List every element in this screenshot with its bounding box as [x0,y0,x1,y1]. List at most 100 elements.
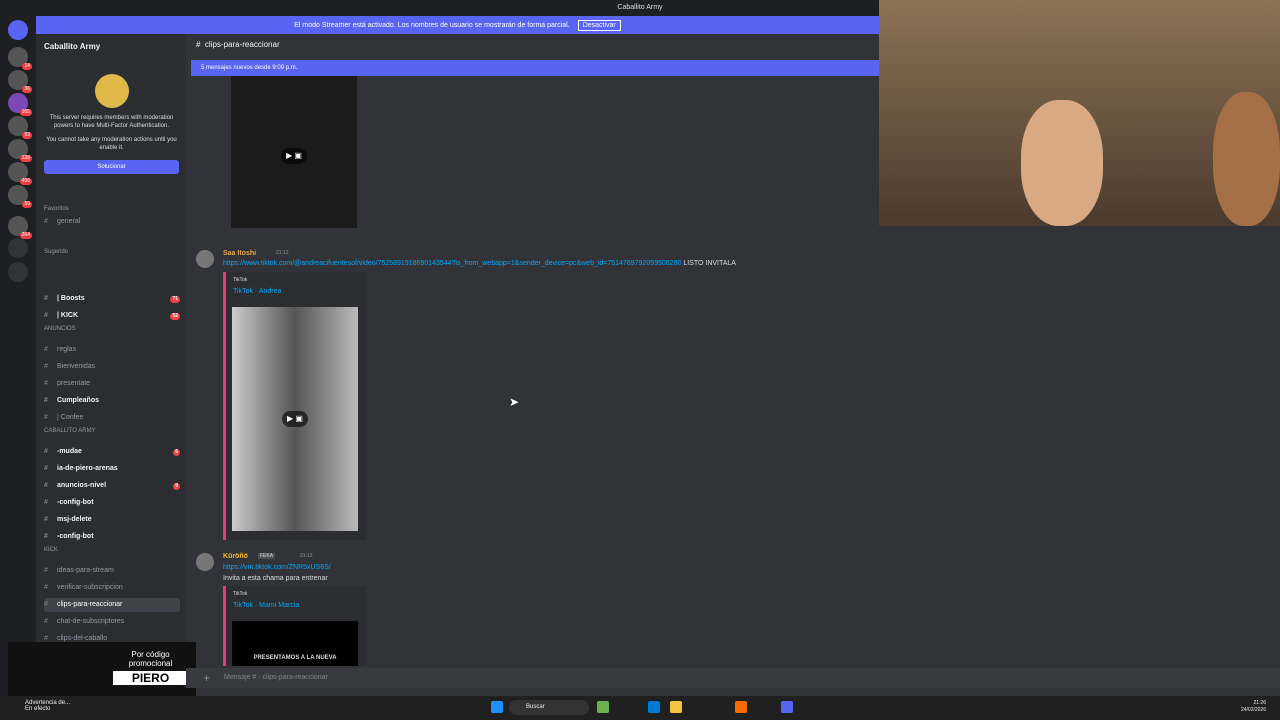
windows-icon[interactable] [491,701,503,713]
hash-icon: # [44,567,48,574]
hash-icon: # [44,618,48,625]
unread-count: 71 [170,295,180,303]
server-icon[interactable]: 59 [8,185,32,208]
message-author[interactable]: Küröñö [223,553,248,560]
sidebar-channel[interactable]: # -mudae 6 [44,445,180,459]
streamer-mode-banner: El modo Streamer está activado. Los nomb… [36,16,879,34]
webcam-overlay [879,0,1280,226]
sidebar-channel[interactable]: # -config-bot [44,530,180,544]
sidebar-channel[interactable]: # | KICK 52 [44,309,180,323]
hash-icon: # [44,346,48,353]
search-input[interactable]: Buscar [509,700,589,715]
app-icon[interactable] [597,701,609,713]
edge-icon[interactable] [648,701,660,713]
message-placeholder: Mensaje # · clips-para-reaccionar [224,674,328,681]
mfa-warning: You cannot take any moderation actions u… [46,137,177,151]
channel-general[interactable]: # general [44,215,180,229]
video-preview[interactable]: ▶ ▣ [232,307,358,531]
mfa-notice: This server requires members with modera… [44,74,179,174]
server-icon[interactable]: 165 [8,93,32,116]
embed-title[interactable]: TikTok · Andrea [233,288,366,295]
play-icon[interactable]: ▶ ▣ [282,411,308,427]
hash-icon: # [44,601,48,608]
embed-title[interactable]: TikTok · Mami Marcia [233,602,366,609]
server-list: 14 36 165 93 138 496 59 264 [0,16,36,696]
channel-category[interactable]: KICK [44,547,58,553]
sidebar-channel[interactable]: # clips-para-reaccionar [44,598,180,612]
play-icon[interactable]: ▶ ▣ [281,148,307,164]
suggested-heading: Sugerido [44,249,69,255]
channel-label: ideas-para-stream [57,567,114,574]
sidebar-channel[interactable]: # | Boosts 71 [44,292,180,306]
sidebar-channel[interactable]: # | Confee [44,411,180,425]
sidebar-channel[interactable]: # ideas-para-stream [44,564,180,578]
discover-icon[interactable] [8,262,28,282]
sidebar-channel[interactable]: # chat-de-subscriptores [44,615,180,629]
channel-category[interactable]: ANUNCIOS [44,326,76,332]
clock[interactable]: 21:26 24/02/2026 [1241,700,1266,714]
server-icon[interactable]: 138 [8,139,32,162]
channel-sidebar: Caballito Army This server requires memb… [36,34,186,696]
sidebar-channel[interactable]: # msj-delete [44,513,180,527]
warning-notification[interactable]: Advertencia de... En efecto [25,700,70,712]
favorites-heading: Favoritos [44,206,69,212]
server-icon[interactable]: 14 [8,47,32,70]
sidebar-channel[interactable]: # Bienvenidas [44,360,180,374]
sidebar-channel[interactable]: # presentate [44,377,180,391]
channel-label: | Boosts [57,295,85,302]
server-icon[interactable]: 93 [8,116,32,139]
sidebar-channel[interactable]: # reglas [44,343,180,357]
disable-streamer-button[interactable]: Desactivar [577,19,621,31]
video-preview[interactable]: ▶ ▣ [231,76,357,228]
hash-icon: # [44,414,48,421]
avatar[interactable] [196,250,214,268]
hash-icon: # [44,448,48,455]
channel-label: Cumpleaños [57,397,100,404]
channel-label: ia-de-piero-arenas [57,465,118,472]
video-preview[interactable]: PRESENTAMOS A LA NUEVA [232,621,358,666]
add-server-icon[interactable] [8,238,28,258]
channel-label: Bienvenidas [57,363,96,370]
server-icon[interactable]: 496 [8,162,32,185]
server-icon[interactable]: 264 [8,216,32,239]
message-link[interactable]: https://www.tiktok.com/@andreacifuenteso… [223,260,681,267]
promo-banner[interactable]: Por código promocional PIERO [8,642,196,696]
hash-icon: # [44,465,48,472]
tiktok-embed: TikTok TikTok · Mami Marcia PRESENTAMOS … [223,586,366,666]
streamer-message: El modo Streamer está activado. Los nomb… [294,21,570,29]
hash-icon: # [44,516,48,523]
sidebar-channel[interactable]: # ia-de-piero-arenas [44,462,180,476]
hash-icon: # [44,482,48,489]
message-input[interactable]: + Mensaje # · clips-para-reaccionar [186,668,1280,688]
sidebar-channel[interactable]: # -config-bot [44,496,180,510]
new-messages-bar[interactable]: 5 mensajes nuevos desde 9:09 p.m. [191,60,879,76]
server-name[interactable]: Caballito Army [44,42,100,51]
discord-icon[interactable] [781,701,793,713]
home-icon[interactable] [8,20,28,40]
hash-icon: # [44,295,48,302]
key-icon [94,74,129,108]
sidebar-channel[interactable]: # anuncios-nivel 9 [44,479,180,493]
message-link[interactable]: https://vm.tiktok.com/ZNR5xUS6S/ [223,564,331,571]
channel-label: anuncios-nivel [57,482,107,489]
solve-button[interactable]: Solucionar [44,160,179,174]
avatar[interactable] [196,553,214,571]
channel-header: # clips-para-reaccionar [196,40,280,49]
unread-count: 9 [173,482,180,490]
message-content: https://www.tiktok.com/@andreacifuenteso… [223,260,736,267]
channel-label: -mudae [57,448,82,455]
role-badge: FEKA [258,553,276,559]
channel-label: -config-bot [57,533,94,540]
sidebar-channel[interactable]: # Cumpleaños [44,394,180,408]
server-icon[interactable]: 36 [8,70,32,93]
channel-label: chat-de-subscriptores [57,618,125,625]
sidebar-channel[interactable]: # verificar-subscripcion [44,581,180,595]
message-author[interactable]: Saa Itoshi [223,250,256,257]
message-time: 21:12 [300,553,313,559]
channel-category[interactable]: CABALLITO ARMY [44,428,96,434]
brave-icon[interactable] [735,701,747,713]
folder-icon[interactable] [670,701,682,713]
hash-icon: # [44,363,48,370]
mfa-text: This server requires members with modera… [49,115,174,129]
plus-icon[interactable]: + [203,671,210,685]
